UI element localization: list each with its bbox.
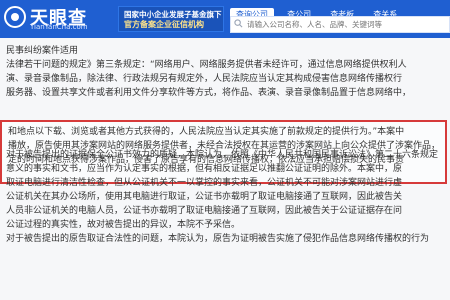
paragraph-before: 法律若干问题的规定》第三条规定：“网络用户、网络服务提供者未经许可，通过信息网络… — [6, 58, 450, 100]
search-tabs: 查询公司 查公司 查老板 查关系 — [230, 2, 405, 21]
highlighted-line: 和地点以下载、浏览或者其他方式获得的，人民法院应当认定其实施了前款规定的提供行为… — [8, 127, 405, 137]
text-line: 服务器、设置共享文件或者利用文件分享软件等方式，将作品、表演、录音录像制品置于信… — [6, 88, 412, 98]
promo-line2: 官方备案企业征信机构 — [124, 20, 204, 29]
article-heading: 民事纠纷案件适用 — [6, 46, 79, 56]
paragraph-after: 对于被告提出的证据保全公证书效力的质疑，本院认为，依照《中华人民共和国民事诉讼法… — [6, 148, 450, 246]
text-line: 法律若干问题的规定》第三条规定：“网络用户、网络服务提供者未经许可，通过信息网络… — [6, 60, 407, 70]
search-box[interactable] — [230, 16, 450, 33]
logo[interactable]: 天眼查 TianYanCha.com — [4, 6, 108, 32]
search-icon — [234, 19, 243, 28]
text-line: 意义的事实和文书，应当作为认定事实的根据，但有相反证据足以推翻公证证明的除外。本… — [6, 164, 403, 174]
text-line: 对于被告提出的证据保全公证书效力的质疑，本院认为，依照《中华人民共和国民事诉讼法… — [6, 150, 439, 160]
text-line: 演、录音录像制品，除法律、行政法规另有规定外，人民法院应当认定其构成侵害信息网络… — [6, 74, 403, 84]
logo-url: TianYanCha.com — [30, 23, 88, 31]
promo-badge[interactable]: 国家中小企业发展子基金旗下 官方备案企业征信机构 — [118, 6, 224, 32]
search-input[interactable] — [247, 18, 447, 31]
top-header: 天眼查 TianYanCha.com 国家中小企业发展子基金旗下 官方备案企业征… — [0, 0, 450, 38]
text-line: 人员非公证机关的电脑人员，公证书亦载明了取证电脑接通了互联网，因此被告关于公证证… — [6, 206, 403, 216]
article-content: 民事纠纷案件适用 法律若干问题的规定》第三条规定：“网络用户、网络服务提供者未经… — [0, 38, 450, 300]
text-line: 取证电脑进行清洁性检查，但从公证机关不一以掌控的事实来看，公证机关不可能对涉案网… — [6, 178, 403, 188]
text-line: 公证过程的真实性，故对被告提出的异议，本院不予采信。 — [6, 220, 241, 230]
text-line: 公证机关在其办公场所，使用其电脑进行取证，公证书亦载明了取证电脑接通了互联网，因… — [6, 192, 403, 202]
logo-eye-icon — [4, 6, 26, 28]
text-line: 对于被告提出的原告取证合法性的问题，本院认为，原告为证明被告实施了侵犯作品信息网… — [6, 234, 430, 244]
